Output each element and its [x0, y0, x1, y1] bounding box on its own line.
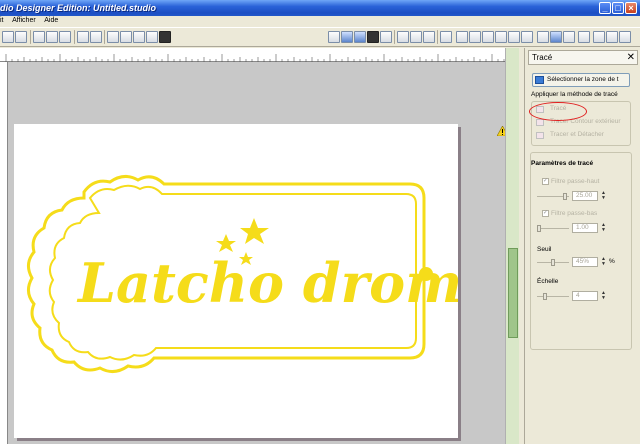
rotate-icon[interactable]: [456, 31, 468, 43]
zoom-select-icon[interactable]: [133, 31, 145, 43]
fit-page-icon[interactable]: [159, 31, 171, 43]
panel-title: Tracé: [532, 53, 553, 62]
params-title: Paramètres de tracé: [531, 160, 594, 167]
scale-label: Échelle: [537, 278, 559, 285]
warning-icon[interactable]: [497, 126, 505, 136]
grid-icon[interactable]: [354, 31, 366, 43]
title-bar: dio Designer Edition: Untitled.studio _ …: [0, 0, 640, 16]
lowpass-checkbox[interactable]: ✓: [542, 210, 549, 217]
send-to-cutter-icon[interactable]: [578, 31, 590, 43]
toolbar-separator: [437, 30, 438, 44]
lowpass-slider[interactable]: [537, 225, 569, 232]
scale-input[interactable]: 4: [572, 291, 598, 301]
vertical-scrollbar[interactable]: [505, 48, 519, 444]
cut-settings-icon[interactable]: [563, 31, 575, 43]
threshold-slider-knob[interactable]: [551, 259, 555, 266]
lowpass-slider-knob[interactable]: [537, 225, 541, 232]
redo-icon[interactable]: [90, 31, 102, 43]
main-toolbar: [0, 27, 640, 47]
design-text: Latcho drom: [76, 251, 458, 315]
scale-icon[interactable]: [508, 31, 520, 43]
trace-detach-icon: [536, 132, 544, 139]
line-style-icon[interactable]: [380, 31, 392, 43]
select-trace-area-label: Sélectionner la zone de t: [547, 76, 619, 83]
menu-afficher[interactable]: Afficher: [12, 17, 36, 24]
highpass-input[interactable]: 25.00: [572, 191, 598, 201]
lowpass-label: Filtre passe-bas: [551, 210, 598, 217]
duplicate-icon[interactable]: [59, 31, 71, 43]
star-small: [216, 234, 236, 252]
trace-area-icon: [535, 76, 544, 84]
panel-header: Tracé ✕: [528, 50, 638, 65]
threshold-unit: %: [609, 258, 615, 265]
undo-icon[interactable]: [77, 31, 89, 43]
text-icon[interactable]: [440, 31, 452, 43]
offset-icon[interactable]: [482, 31, 494, 43]
threshold-stepper[interactable]: ▲ ▼: [601, 257, 607, 267]
star-large: [240, 218, 269, 244]
eraser-icon[interactable]: [606, 31, 618, 43]
scale-slider[interactable]: [537, 293, 569, 300]
print-icon[interactable]: [2, 31, 14, 43]
minimize-button[interactable]: _: [599, 2, 611, 14]
trace-detach-label: Tracer et Détacher: [550, 131, 604, 138]
toolbar-separator: [30, 30, 31, 44]
trace-outer-edge-icon: [536, 119, 544, 126]
toolbar-separator: [104, 30, 105, 44]
menu-bar: it Afficher Aide: [0, 16, 640, 26]
pen-icon[interactable]: [593, 31, 605, 43]
window-title: dio Designer Edition: Untitled.studio: [0, 3, 156, 13]
align-center-icon[interactable]: [410, 31, 422, 43]
highpass-slider-knob[interactable]: [563, 193, 567, 200]
threshold-label: Seuil: [537, 246, 552, 253]
scale-slider-knob[interactable]: [543, 293, 547, 300]
align-icon[interactable]: [397, 31, 409, 43]
top-ruler-ticks: [5, 54, 505, 62]
cut-icon[interactable]: [15, 31, 27, 43]
design-artwork[interactable]: Latcho drom: [14, 124, 462, 438]
replicate-icon[interactable]: [469, 31, 481, 43]
trace-panel: Tracé ✕ Sélectionner la zone de t Appliq…: [524, 48, 640, 444]
trace-icon[interactable]: [550, 31, 562, 43]
scale-stepper[interactable]: ▲ ▼: [601, 291, 607, 301]
canvas-workspace[interactable]: Latcho drom: [8, 62, 505, 444]
close-button[interactable]: ×: [625, 2, 637, 14]
highlight-annotation: [529, 102, 587, 121]
scrollbar-thumb[interactable]: [508, 248, 518, 338]
copy-icon[interactable]: [33, 31, 45, 43]
left-ruler: [0, 62, 8, 444]
highpass-stepper[interactable]: ▲ ▼: [601, 191, 607, 201]
close-panel-icon[interactable]: ✕: [627, 51, 635, 64]
menu-edit[interactable]: it: [0, 17, 4, 24]
library-icon[interactable]: [537, 31, 549, 43]
highpass-label: Filtre passe-haut: [551, 178, 600, 185]
cutting-mat-page[interactable]: Latcho drom: [14, 124, 462, 438]
paste-icon[interactable]: [46, 31, 58, 43]
store-icon[interactable]: [619, 31, 631, 43]
toolbar-separator: [394, 30, 395, 44]
threshold-slider[interactable]: [537, 259, 569, 266]
knife-icon[interactable]: [495, 31, 507, 43]
toolbar-separator: [74, 30, 75, 44]
lowpass-input[interactable]: 1.00: [572, 223, 598, 233]
maximize-button[interactable]: □: [612, 2, 624, 14]
highpass-checkbox[interactable]: ✓: [542, 178, 549, 185]
group-icon[interactable]: [521, 31, 533, 43]
threshold-input[interactable]: 45%: [572, 257, 598, 267]
menu-aide[interactable]: Aide: [44, 17, 58, 24]
zoom-in-icon[interactable]: [107, 31, 119, 43]
align-right-icon[interactable]: [423, 31, 435, 43]
page-setup-icon[interactable]: [341, 31, 353, 43]
settings-icon[interactable]: [328, 31, 340, 43]
pan-hand-icon[interactable]: [146, 31, 158, 43]
lowpass-stepper[interactable]: ▲ ▼: [601, 223, 607, 233]
top-ruler: [0, 48, 505, 62]
select-trace-area-button[interactable]: Sélectionner la zone de t: [532, 73, 630, 87]
highpass-slider[interactable]: [537, 193, 569, 200]
fill-color-icon[interactable]: [367, 31, 379, 43]
zoom-out-icon[interactable]: [120, 31, 132, 43]
method-heading: Appliquer la méthode de tracé: [531, 91, 618, 98]
